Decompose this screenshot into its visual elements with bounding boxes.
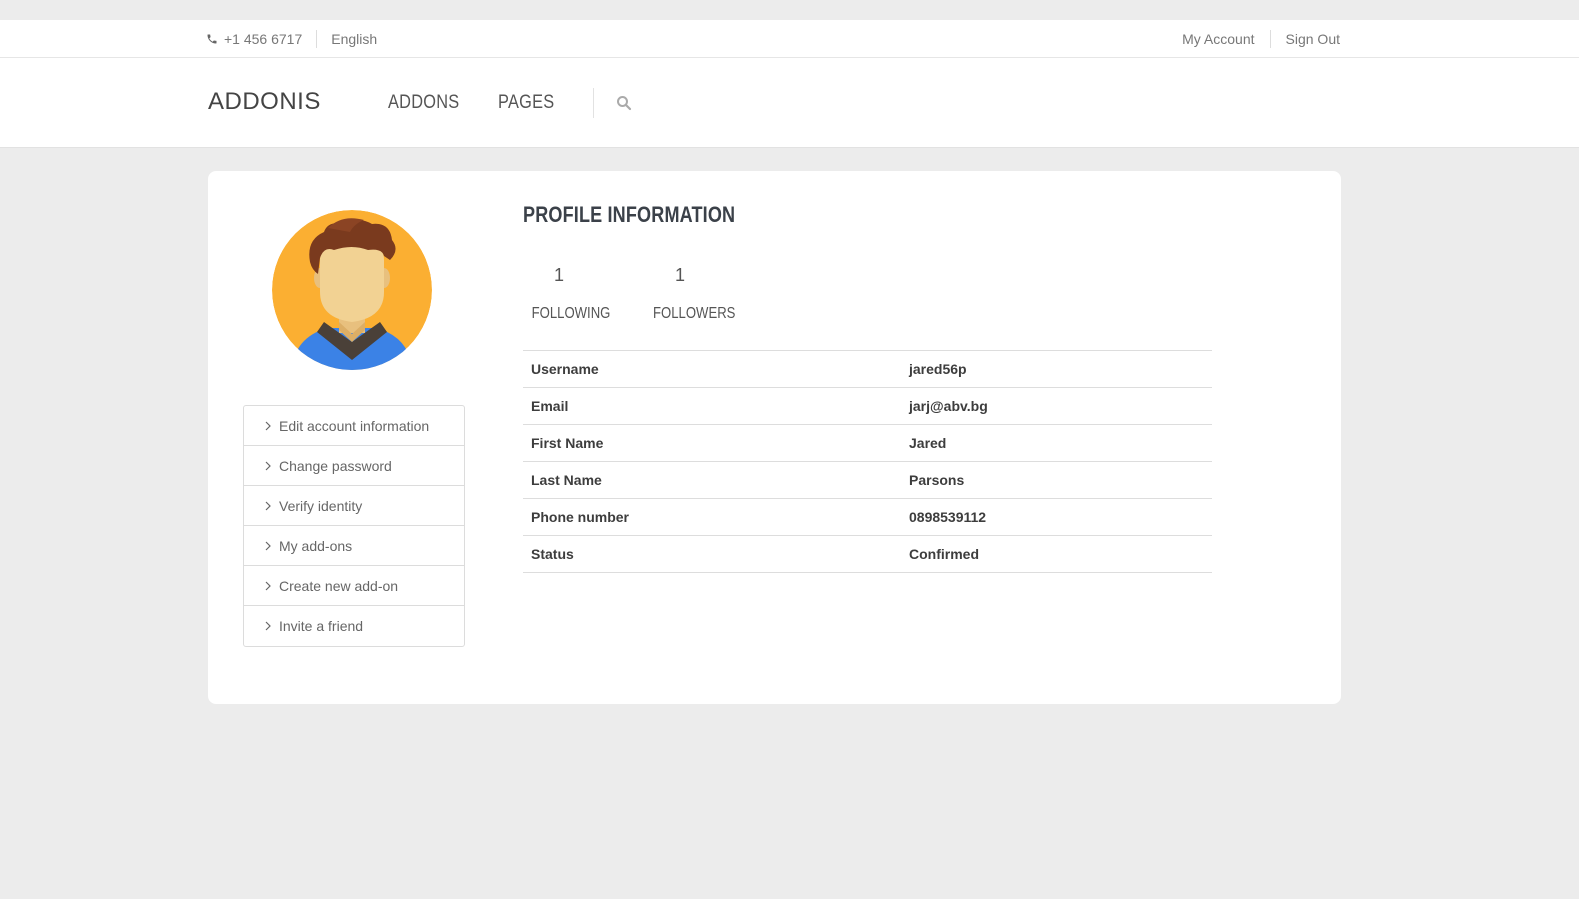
table-row: Phone number 0898539112	[523, 498, 1212, 536]
table-row: First Name Jared	[523, 424, 1212, 462]
menu-item-edit-account[interactable]: Edit account information	[244, 406, 464, 446]
menu-item-create-addon[interactable]: Create new add-on	[244, 566, 464, 606]
profile-card: Edit account information Change password…	[208, 171, 1341, 704]
phone-icon	[206, 33, 218, 45]
field-key: Status	[523, 535, 901, 573]
field-key: Phone number	[523, 498, 901, 536]
field-value: Parsons	[901, 461, 1212, 499]
my-account-link[interactable]: My Account	[1182, 31, 1254, 47]
followers-count: 1	[674, 265, 685, 285]
field-key: First Name	[523, 424, 901, 462]
menu-item-label: Change password	[279, 457, 392, 474]
field-value: 0898539112	[901, 498, 1212, 536]
brand-logo[interactable]: ADDONIS	[208, 88, 321, 116]
followers-stat[interactable]: 1 FOLLOWERS	[644, 265, 735, 323]
chevron-right-icon	[264, 461, 272, 471]
top-bar: +1 456 6717 English My Account Sign Out	[0, 20, 1579, 58]
menu-item-change-password[interactable]: Change password	[244, 446, 464, 486]
phone-number: +1 456 6717	[224, 31, 303, 47]
divider	[316, 30, 318, 48]
sign-out-link[interactable]: Sign Out	[1286, 31, 1340, 47]
field-value: jared56p	[901, 350, 1212, 388]
menu-item-label: Verify identity	[279, 497, 363, 514]
nav-pages[interactable]: PAGES	[498, 92, 554, 114]
account-menu: Edit account information Change password…	[243, 405, 465, 647]
field-value: Jared	[901, 424, 1212, 462]
nav-addons[interactable]: ADDONS	[388, 92, 459, 114]
chevron-right-icon	[264, 421, 272, 431]
following-count: 1	[553, 265, 564, 285]
language-link[interactable]: English	[331, 31, 377, 47]
menu-item-invite-friend[interactable]: Invite a friend	[244, 606, 464, 646]
menu-item-my-addons[interactable]: My add-ons	[244, 526, 464, 566]
field-value: Confirmed	[901, 535, 1212, 573]
table-row: Last Name Parsons	[523, 461, 1212, 499]
field-key: Username	[523, 350, 901, 388]
table-row: Username jared56p	[523, 350, 1212, 388]
chevron-right-icon	[264, 621, 272, 631]
nav-divider	[592, 88, 594, 118]
divider	[1269, 30, 1271, 48]
chevron-right-icon	[264, 581, 272, 591]
menu-item-label: Edit account information	[279, 417, 430, 434]
follow-stats: 1 FOLLOWING 1 FOLLOWERS	[523, 265, 765, 323]
followers-label: FOLLOWERS	[653, 305, 736, 322]
table-row: Email jarj@abv.bg	[523, 387, 1212, 425]
chevron-right-icon	[264, 501, 272, 511]
profile-info-table: Username jared56p Email jarj@abv.bg Firs…	[523, 350, 1212, 573]
contact-info: +1 456 6717 English	[206, 20, 377, 58]
top-strip	[0, 0, 1579, 20]
menu-item-label: My add-ons	[279, 537, 353, 554]
following-stat[interactable]: 1 FOLLOWING	[523, 265, 611, 323]
following-label: FOLLOWING	[531, 305, 611, 322]
menu-item-verify-identity[interactable]: Verify identity	[244, 486, 464, 526]
account-links: My Account Sign Out	[1182, 20, 1340, 58]
menu-item-label: Create new add-on	[279, 577, 399, 594]
field-key: Email	[523, 387, 901, 425]
field-key: Last Name	[523, 461, 901, 499]
avatar	[272, 210, 432, 370]
search-icon[interactable]	[616, 95, 632, 111]
menu-item-label: Invite a friend	[279, 618, 364, 634]
main-header: ADDONIS ADDONS PAGES	[0, 58, 1579, 148]
page-title: PROFILE INFORMATION	[523, 202, 736, 227]
field-value: jarj@abv.bg	[901, 387, 1212, 425]
table-row: Status Confirmed	[523, 535, 1212, 573]
main-nav: ADDONS PAGES	[388, 58, 632, 148]
chevron-right-icon	[264, 541, 272, 551]
